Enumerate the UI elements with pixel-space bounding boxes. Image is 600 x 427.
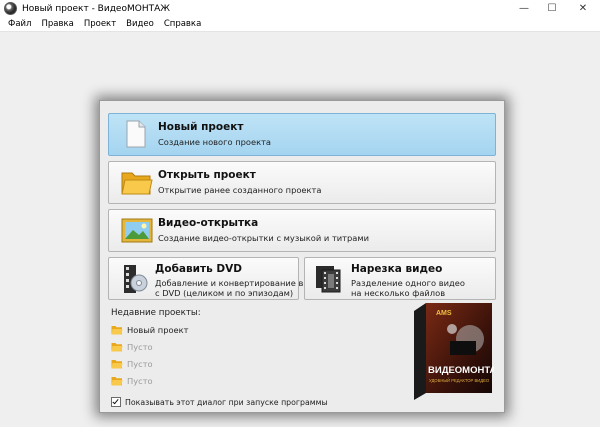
menu-project[interactable]: Проект: [79, 19, 121, 29]
show-on-start-row[interactable]: Показывать этот диалог при запуске прогр…: [111, 397, 328, 407]
maximize-icon[interactable]: ☐: [538, 0, 566, 17]
folder-icon: [111, 377, 123, 386]
dvd-film-icon: [124, 265, 148, 293]
new-project-desc: Создание нового проекта: [158, 137, 272, 147]
folder-icon: [111, 360, 123, 369]
menu-video[interactable]: Видео: [121, 19, 159, 29]
folder-icon: [111, 343, 123, 352]
open-project-button[interactable]: Открыть проект Открытие ранее созданного…: [108, 161, 496, 204]
recent-project-item[interactable]: Новый проект: [111, 325, 189, 335]
cut-video-desc-line1: Разделение одного видео: [351, 278, 465, 288]
add-dvd-desc-line2: с DVD (целиком и по эпизодам): [155, 288, 294, 298]
show-on-start-label: Показывать этот диалог при запуске прогр…: [125, 397, 328, 407]
box-subtitle: УДОБНЫЙ РЕДАКТОР ВИДЕО: [429, 378, 490, 383]
recent-project-label: Пусто: [127, 342, 153, 352]
picture-icon: [121, 218, 153, 243]
recent-project-item: Пусто: [111, 359, 153, 369]
close-icon[interactable]: ✕: [566, 0, 600, 17]
cut-video-desc-line2: на несколько файлов: [351, 288, 446, 298]
minimize-icon[interactable]: —: [510, 0, 538, 17]
folder-icon: [121, 172, 153, 195]
recent-project-label: Пусто: [127, 376, 153, 386]
menu-bar: Файл Правка Проект Видео Справка: [0, 17, 600, 32]
film-strip-icon: [316, 266, 341, 293]
menu-edit[interactable]: Правка: [36, 19, 78, 29]
new-project-title: Новый проект: [158, 121, 244, 133]
box-title: ВИДЕОМОНТАЖ: [428, 365, 494, 376]
recent-project-item: Пусто: [111, 342, 153, 352]
cut-video-title: Нарезка видео: [351, 263, 443, 275]
title-bar: Новый проект - ВидеоМОНТАЖ — ☐ ✕: [0, 0, 600, 17]
add-dvd-desc-line1: Добавление и конвертирование видео: [155, 278, 325, 288]
blank-document-icon: [126, 120, 146, 148]
show-on-start-checkbox[interactable]: [111, 397, 121, 407]
add-dvd-button[interactable]: Добавить DVD Добавление и конвертировани…: [108, 257, 325, 300]
open-project-desc: Открытие ранее созданного проекта: [158, 185, 322, 195]
menu-file[interactable]: Файл: [0, 19, 36, 29]
recent-project-label: Пусто: [127, 359, 153, 369]
folder-icon: [111, 326, 123, 335]
workspace: Новый проект Создание нового проекта Отк…: [0, 32, 600, 427]
recent-project-item: Пусто: [111, 376, 153, 386]
recent-project-label: Новый проект: [127, 325, 189, 335]
app-icon: [4, 2, 17, 15]
product-box-image: AMS ВИДЕОМОНТАЖ УДОБНЫЙ РЕДАКТОР ВИДЕО: [414, 303, 494, 400]
window-controls: — ☐ ✕: [510, 0, 600, 17]
add-dvd-title: Добавить DVD: [155, 263, 242, 275]
video-postcard-desc: Создание видео-открытки с музыкой и титр…: [158, 233, 370, 243]
open-project-title: Открыть проект: [158, 169, 256, 181]
recent-projects-heading: Недавние проекты:: [111, 308, 201, 318]
new-project-button[interactable]: Новый проект Создание нового проекта: [108, 113, 496, 156]
box-brand: AMS: [436, 310, 452, 317]
cut-video-button[interactable]: Нарезка видео Разделение одного видео на…: [304, 257, 496, 300]
video-postcard-button[interactable]: Видео-открытка Создание видео-открытки с…: [108, 209, 496, 252]
menu-help[interactable]: Справка: [159, 19, 206, 29]
window-title: Новый проект - ВидеоМОНТАЖ: [22, 3, 170, 14]
start-dialog: Новый проект Создание нового проекта Отк…: [99, 100, 505, 413]
video-postcard-title: Видео-открытка: [158, 217, 259, 229]
